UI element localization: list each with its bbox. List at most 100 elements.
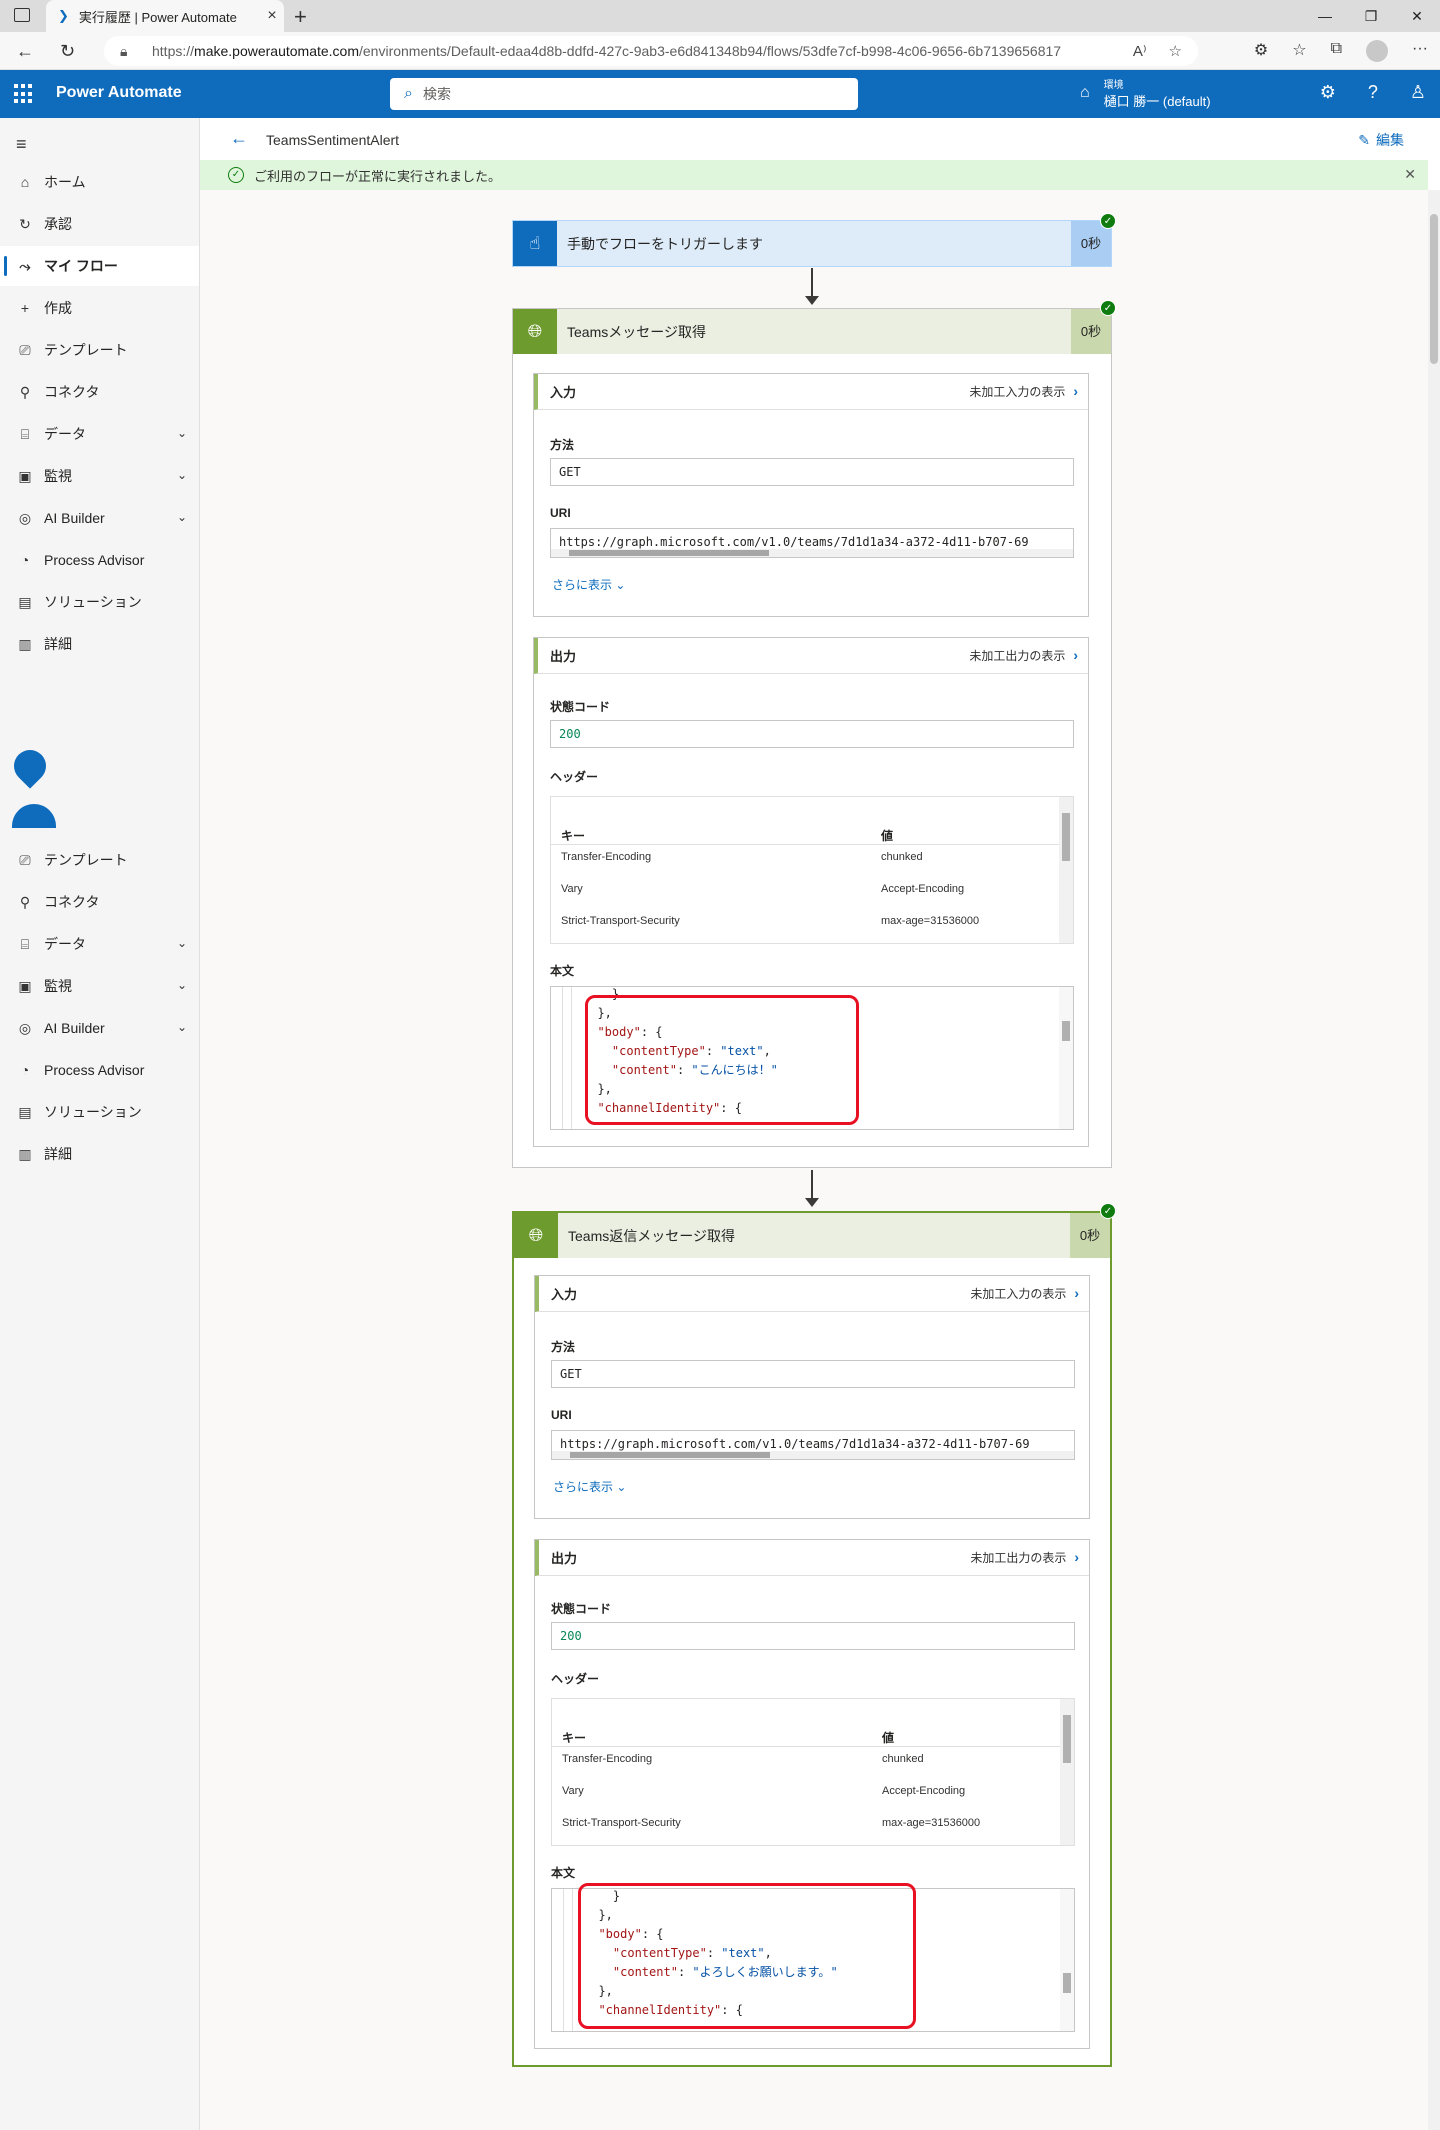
- virtual-agent-avatar[interactable]: [12, 804, 56, 828]
- headers-table[interactable]: キー 値 Transfer-Encoding chunked Vary Accept…: [550, 796, 1074, 944]
- nav-templates[interactable]: ⎚ テンプレート: [0, 330, 199, 370]
- uri-scrollbar[interactable]: [552, 1451, 1074, 1459]
- browser-tab[interactable]: ❯ 実行履歴 | Power Automate ×: [46, 0, 284, 32]
- favorites-icon[interactable]: ☆: [1292, 40, 1306, 62]
- help-icon[interactable]: ?: [1368, 82, 1378, 103]
- nav-home[interactable]: ⌂ ホーム: [0, 162, 199, 202]
- new-tab-icon[interactable]: +: [294, 4, 307, 30]
- nav-learn[interactable]: ▥ 詳細: [0, 624, 199, 664]
- connector-icon: ⚲: [19, 893, 31, 910]
- edit-button[interactable]: ✎ 編集: [1358, 130, 1410, 150]
- nav-data[interactable]: ⌸ データ ⌄: [0, 414, 199, 454]
- nav-learn[interactable]: ▥ 詳細: [0, 1134, 199, 1174]
- hamburger-menu-icon[interactable]: ≡: [16, 134, 27, 155]
- chevron-down-icon: ⌄: [176, 936, 187, 950]
- outputs-heading: 出力: [550, 649, 577, 664]
- show-raw-inputs-link[interactable]: 未加工入力の表示 ›: [969, 383, 1078, 400]
- extensions-icon[interactable]: ⚙︎: [1254, 40, 1268, 62]
- nav-connectors[interactable]: ⚲ コネクタ: [0, 882, 199, 922]
- search-input[interactable]: ⌕ 検索: [390, 78, 858, 110]
- restore-icon[interactable]: ❐: [1348, 0, 1394, 32]
- window-close-icon[interactable]: ✕: [1394, 0, 1440, 32]
- action-header[interactable]: 🌐︎ Teamsメッセージ取得 0秒: [513, 309, 1111, 354]
- show-raw-outputs-link[interactable]: 未加工出力の表示 ›: [970, 1549, 1079, 1566]
- table-row: Transfer-Encoding chunked: [561, 851, 923, 863]
- read-aloud-icon[interactable]: A⁾: [1133, 42, 1147, 60]
- show-more-link[interactable]: さらに表示 ⌄: [552, 576, 625, 593]
- body-scrollbar[interactable]: [1060, 1889, 1074, 2031]
- table-row: Strict-Transport-Security max-age=3153600…: [561, 915, 980, 927]
- table-row: Vary Accept-Encoding: [561, 883, 965, 895]
- window-controls: — ❐ ✕: [1302, 0, 1440, 32]
- nav-solutions[interactable]: ▤ ソリューション: [0, 582, 199, 622]
- headers-scrollbar[interactable]: [1060, 1699, 1074, 1845]
- nav-process-advisor[interactable]: ◔ Process Advisor: [0, 1050, 199, 1090]
- inputs-section: 入力 未加工入力の表示 › 方法 GET URI https://graph.mic…: [533, 373, 1089, 617]
- chevron-right-icon: ›: [1074, 1549, 1079, 1565]
- highlight-annotation: [578, 1883, 916, 2029]
- chevron-down-icon: ⌄: [176, 510, 187, 524]
- nav-ai-builder[interactable]: ◎ AI Builder ⌄: [0, 1008, 199, 1048]
- app-name[interactable]: Power Automate: [56, 84, 182, 102]
- action-title: Teams返信メッセージ取得: [568, 1227, 735, 1244]
- body-label: 本文: [550, 964, 575, 978]
- url-box[interactable]: 🔒︎ https://make.powerautomate.com/enviro…: [104, 36, 1198, 66]
- nav-monitor[interactable]: ▣ 監視 ⌄: [0, 966, 199, 1006]
- uri-label: URI: [551, 1408, 572, 1422]
- data-icon: ⌸: [20, 425, 30, 442]
- nav-data[interactable]: ⌸ データ ⌄: [0, 924, 199, 964]
- nav-approvals[interactable]: ↻ 承認: [0, 204, 199, 244]
- tab-actions-icon[interactable]: [14, 8, 30, 22]
- account-icon[interactable]: ♙: [1410, 82, 1426, 103]
- environment-icon: ⌂: [1080, 84, 1090, 101]
- virtual-agent-icon[interactable]: [7, 743, 53, 789]
- browser-tabbar: ❯ 実行履歴 | Power Automate × + — ❐ ✕: [0, 0, 1440, 32]
- headers-scrollbar[interactable]: [1059, 797, 1073, 943]
- page-scrollbar[interactable]: [1428, 190, 1440, 2130]
- nav-connectors[interactable]: ⚲ コネクタ: [0, 372, 199, 412]
- uri-field[interactable]: https://graph.microsoft.com/v1.0/teams/7…: [551, 1430, 1075, 1460]
- chevron-down-icon: ⌄: [176, 978, 187, 992]
- body-scrollbar[interactable]: [1059, 987, 1073, 1129]
- chevron-down-icon: ⌄: [176, 468, 187, 482]
- dismiss-icon[interactable]: ✕: [1404, 166, 1416, 183]
- lock-icon[interactable]: 🔒︎: [120, 43, 140, 60]
- environment-picker[interactable]: ⌂ 環境 樋口 勝一 (default): [1080, 76, 1211, 110]
- success-check-icon: ✓: [1100, 1203, 1116, 1219]
- success-check-icon: ✓: [228, 167, 244, 183]
- nav-process-advisor[interactable]: ◔ Process Advisor: [0, 540, 199, 580]
- favorite-add-icon[interactable]: ☆: [1169, 42, 1182, 60]
- nav-monitor[interactable]: ▣ 監視 ⌄: [0, 456, 199, 496]
- show-raw-inputs-link[interactable]: 未加工入力の表示 ›: [970, 1285, 1079, 1302]
- nav-templates[interactable]: ⎚ テンプレート: [0, 840, 199, 880]
- template-icon: ⎚: [19, 341, 31, 358]
- show-more-link[interactable]: さらに表示 ⌄: [553, 1478, 626, 1495]
- connector-icon: ⚲: [19, 383, 31, 400]
- headers-label: ヘッダー: [551, 1672, 600, 1686]
- uri-field[interactable]: https://graph.microsoft.com/v1.0/teams/7…: [550, 528, 1074, 558]
- uri-scrollbar[interactable]: [551, 549, 1073, 557]
- refresh-icon[interactable]: ↻: [60, 41, 75, 62]
- minimize-icon[interactable]: —: [1302, 0, 1348, 32]
- nav-ai-builder[interactable]: ◎ AI Builder ⌄: [0, 498, 199, 538]
- nav-my-flows[interactable]: ⤳ マイ フロー: [0, 246, 199, 286]
- more-icon[interactable]: ···: [1412, 40, 1428, 62]
- settings-icon[interactable]: ⚙: [1320, 82, 1336, 103]
- search-icon: ⌕: [404, 85, 413, 102]
- tab-close-icon[interactable]: ×: [260, 7, 284, 25]
- headers-label: ヘッダー: [550, 770, 599, 784]
- method-field: GET: [551, 1360, 1075, 1388]
- action-header[interactable]: 🌐︎ Teams返信メッセージ取得 0秒: [514, 1213, 1110, 1258]
- collections-icon[interactable]: ⧉: [1331, 40, 1342, 62]
- back-arrow-icon[interactable]: ←: [230, 128, 248, 149]
- profile-avatar[interactable]: [1366, 40, 1389, 62]
- app-launcher-icon[interactable]: [14, 84, 34, 104]
- environment-name: 樋口 勝一 (default): [1103, 94, 1211, 109]
- trigger-card[interactable]: ☝ 手動でフローをトリガーします 0秒: [512, 220, 1112, 267]
- back-icon[interactable]: ←: [16, 41, 34, 62]
- show-raw-outputs-link[interactable]: 未加工出力の表示 ›: [969, 647, 1078, 664]
- nav-solutions[interactable]: ▤ ソリューション: [0, 1092, 199, 1132]
- nav-create[interactable]: + 作成: [0, 288, 199, 328]
- url-text[interactable]: https://make.powerautomate.com/environme…: [152, 43, 1133, 59]
- headers-table[interactable]: キー 値 Transfer-Encoding chunked Vary Accept…: [551, 1698, 1075, 1846]
